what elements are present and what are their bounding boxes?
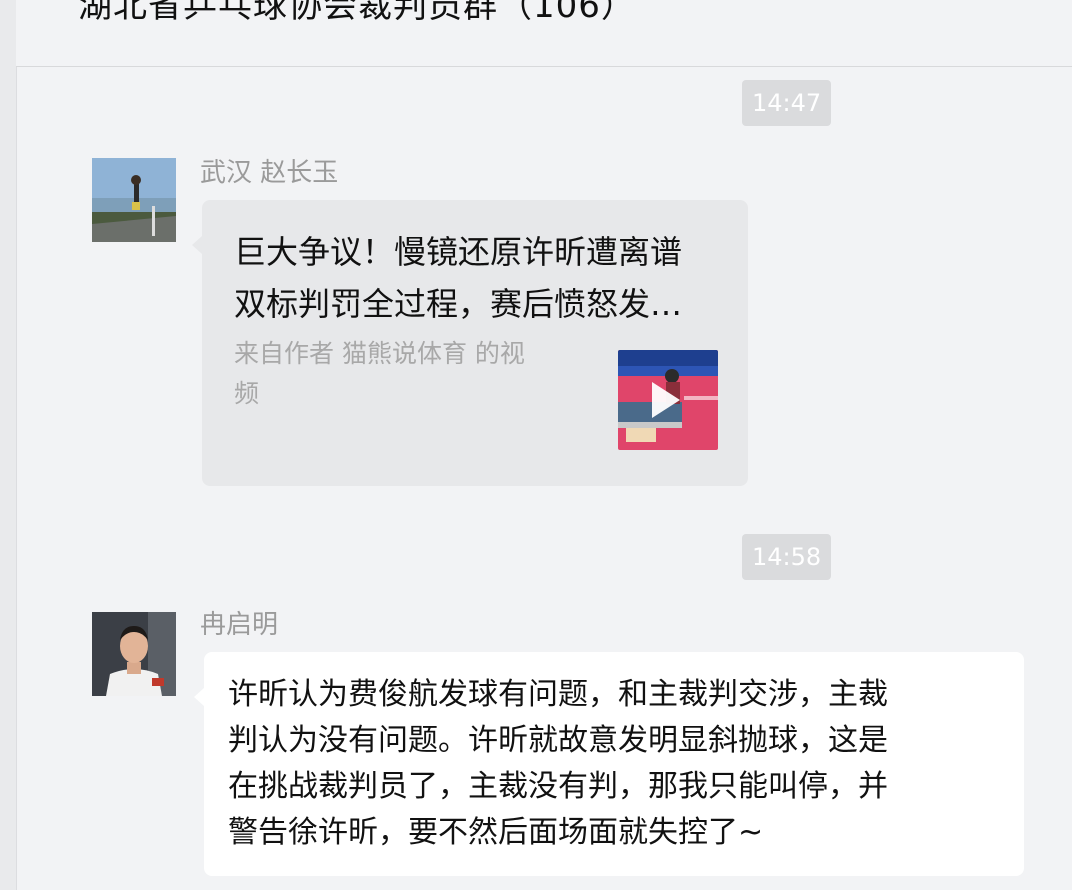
card-source: 来自作者 猫熊说体育 的视 频 <box>234 339 525 408</box>
sender-name: 武汉 赵长玉 <box>200 158 339 188</box>
chat-title: 湖北省乒乓球协会裁判员群（106） <box>78 0 636 26</box>
message-bubble[interactable]: 许昕认为费俊航发球有问题，和主裁判交涉，主裁 判认为没有问题。许昕就故意发明显斜… <box>194 652 1024 876</box>
avatar-image <box>92 158 176 242</box>
sender-name: 冉启明 <box>200 610 279 640</box>
avatar[interactable] <box>92 612 176 696</box>
message-text: 许昕认为费俊航发球有问题，和主裁判交涉，主裁 判认为没有问题。许昕就故意发明显斜… <box>228 677 888 850</box>
shared-video-card[interactable]: 巨大争议！慢镜还原许昕遭离谱 双标判罚全过程，赛后愤怒发… 来自作者 猫熊说体育… <box>192 200 748 486</box>
timestamp-pill: 14:58 <box>742 534 832 580</box>
card-title: 巨大争议！慢镜还原许昕遭离谱 双标判罚全过程，赛后愤怒发… <box>234 233 683 323</box>
avatar-image <box>92 612 176 696</box>
video-thumbnail[interactable] <box>618 350 718 450</box>
chat-header: 湖北省乒乓球协会裁判员群（106） <box>16 0 1072 67</box>
window-left-edge <box>0 0 17 890</box>
avatar[interactable] <box>92 158 176 242</box>
timestamp-pill: 14:47 <box>742 80 832 126</box>
play-icon <box>652 382 680 418</box>
